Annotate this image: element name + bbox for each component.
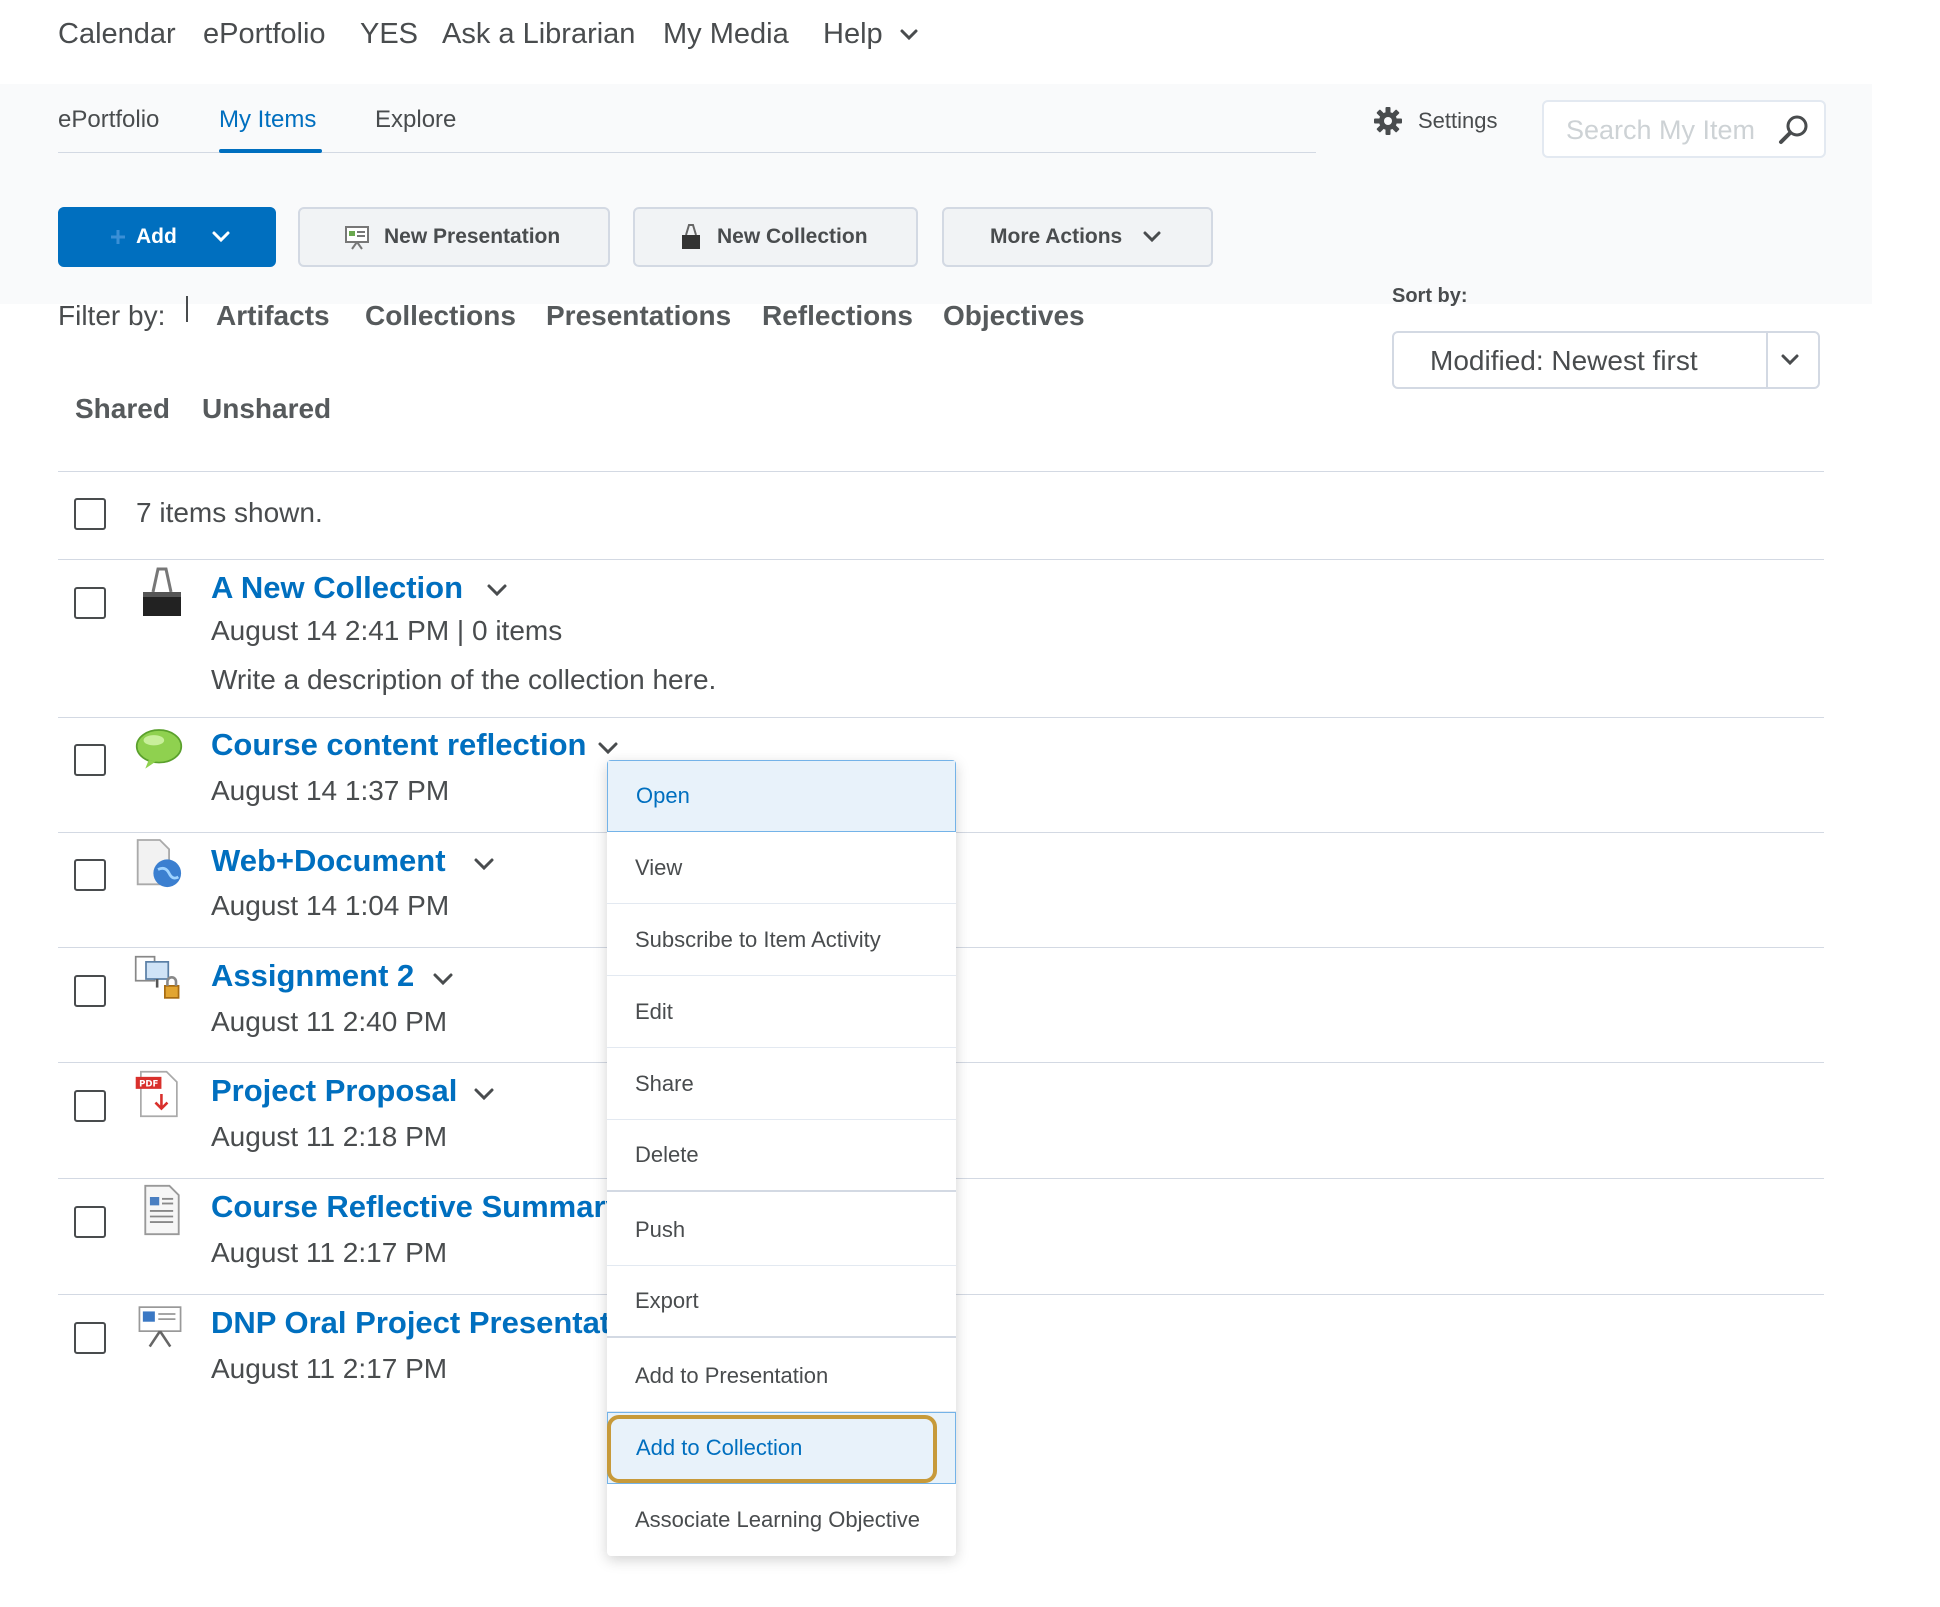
locked-assignment-icon: [134, 955, 180, 999]
menu-item-subscribe[interactable]: Subscribe to Item Activity: [607, 904, 956, 976]
item-checkbox[interactable]: [74, 744, 106, 776]
menu-item-push[interactable]: Push: [607, 1194, 956, 1266]
chevron-down-icon[interactable]: [473, 856, 495, 872]
chevron-down-icon: [212, 231, 230, 243]
item-context-menu: Open View Subscribe to Item Activity Edi…: [607, 760, 956, 1556]
items-count: 7 items shown.: [136, 497, 323, 528]
chevron-down-icon: [1143, 231, 1161, 243]
item-title-link[interactable]: DNP Oral Project Presentation: [211, 1305, 607, 1340]
chevron-down-icon[interactable]: [432, 971, 454, 987]
item-meta: August 11 2:17 PM: [211, 1237, 448, 1268]
list-top-rule: [58, 471, 1824, 472]
chevron-down-icon: [1781, 354, 1799, 366]
item-title-link[interactable]: Course content reflection: [211, 727, 587, 763]
chevron-down-icon: [900, 29, 918, 41]
sort-selected-value: Modified: Newest first: [1430, 345, 1698, 376]
document-file-icon: [144, 1184, 180, 1236]
item-checkbox[interactable]: [74, 975, 106, 1007]
filter-label: Filter by:: [58, 300, 166, 331]
menu-item-delete[interactable]: Delete: [607, 1120, 956, 1192]
add-button[interactable]: Add: [58, 207, 276, 267]
filter-presentations[interactable]: Presentations: [546, 300, 731, 332]
gear-icon[interactable]: [1373, 106, 1403, 136]
reflection-cloud-icon: [135, 729, 183, 769]
binder-clip-icon: [682, 224, 700, 249]
item-title-link[interactable]: A New Collection: [211, 570, 463, 606]
new-presentation-button[interactable]: New Presentation: [298, 207, 610, 267]
item-meta: August 14 1:37 PM: [211, 775, 450, 806]
item-checkbox[interactable]: [74, 587, 106, 619]
menu-item-associate-learning-objective[interactable]: Associate Learning Objective: [607, 1484, 956, 1556]
sort-divider: [1766, 333, 1768, 387]
filter-collections[interactable]: Collections: [365, 300, 516, 332]
item-checkbox[interactable]: [74, 1090, 106, 1122]
item-meta: August 11 2:17 PM: [211, 1353, 448, 1384]
nav-ask-a-librarian-link[interactable]: Ask a Librarian: [442, 18, 635, 51]
filter-separator: [186, 296, 188, 322]
tab-my-items[interactable]: My Items: [219, 106, 316, 134]
tab-eportfolio[interactable]: ePortfolio: [58, 106, 159, 134]
plus-icon: [111, 230, 125, 244]
presentation-icon: [345, 226, 369, 250]
menu-item-open[interactable]: Open: [607, 760, 956, 832]
menu-item-view[interactable]: View: [607, 832, 956, 904]
chevron-down-icon[interactable]: [473, 1086, 495, 1102]
new-collection-button[interactable]: New Collection: [633, 207, 918, 267]
row-divider: [58, 717, 1824, 718]
chevron-down-icon[interactable]: [597, 740, 619, 756]
sort-select[interactable]: Modified: Newest first: [1392, 331, 1820, 389]
filter-objectives[interactable]: Objectives: [943, 300, 1085, 332]
new-collection-label: New Collection: [717, 225, 868, 248]
menu-item-add-to-collection[interactable]: Add to Collection: [607, 1412, 956, 1484]
item-checkbox[interactable]: [74, 859, 106, 891]
more-actions-button[interactable]: More Actions: [942, 207, 1213, 267]
item-title-link[interactable]: Assignment 2: [211, 958, 414, 994]
top-navbar: Calendar ePortfolio YES Ask a Librarian …: [0, 0, 1872, 85]
search-box: [1542, 100, 1826, 158]
item-title-clip: DNP Oral Project Presentation: [211, 1305, 607, 1341]
search-input[interactable]: [1564, 112, 1758, 148]
item-meta: August 11 2:18 PM: [211, 1121, 448, 1152]
item-description: Write a description of the collection he…: [211, 664, 717, 695]
menu-item-export[interactable]: Export: [607, 1266, 956, 1338]
nav-my-media-link[interactable]: My Media: [663, 18, 789, 51]
row-divider: [58, 559, 1824, 560]
filter-reflections[interactable]: Reflections: [762, 300, 913, 332]
menu-item-share[interactable]: Share: [607, 1048, 956, 1120]
item-meta: August 14 2:41 PM | 0 items: [211, 615, 563, 646]
filter-artifacts[interactable]: Artifacts: [216, 300, 330, 332]
pdf-file-icon: PDF: [135, 1070, 178, 1118]
item-title-link[interactable]: Course Reflective Summary: [211, 1189, 623, 1225]
search-icon[interactable]: [1778, 114, 1810, 146]
nav-yes-link[interactable]: YES: [360, 18, 418, 51]
nav-calendar-link[interactable]: Calendar: [58, 18, 176, 51]
active-tab-indicator: [219, 149, 322, 153]
menu-item-add-to-presentation[interactable]: Add to Presentation: [607, 1340, 956, 1412]
nav-help-label: Help: [823, 18, 883, 50]
collection-binder-icon: [143, 567, 181, 616]
settings-link[interactable]: Settings: [1418, 108, 1498, 134]
sort-label: Sort by:: [1392, 285, 1468, 307]
more-actions-label: More Actions: [990, 225, 1123, 248]
item-checkbox[interactable]: [74, 1206, 106, 1238]
select-all-checkbox[interactable]: [74, 498, 106, 530]
item-title-link[interactable]: Web+Document: [211, 843, 446, 879]
item-meta: August 11 2:40 PM: [211, 1006, 448, 1037]
tab-explore[interactable]: Explore: [375, 106, 456, 134]
nav-help-menu[interactable]: Help: [823, 18, 919, 51]
filter-shared[interactable]: Shared: [75, 393, 170, 425]
item-meta: August 14 1:04 PM: [211, 890, 450, 921]
add-button-label: Add: [136, 225, 177, 248]
item-title-link[interactable]: Project Proposal: [211, 1073, 457, 1109]
item-checkbox[interactable]: [74, 1322, 106, 1354]
svg-text:PDF: PDF: [139, 1079, 158, 1089]
web-document-icon: [136, 839, 182, 888]
filter-unshared[interactable]: Unshared: [202, 393, 331, 425]
nav-eportfolio-link[interactable]: ePortfolio: [203, 18, 326, 51]
new-presentation-label: New Presentation: [384, 225, 561, 248]
menu-item-edit[interactable]: Edit: [607, 976, 956, 1048]
presentation-easel-icon: [138, 1306, 182, 1348]
chevron-down-icon[interactable]: [486, 582, 508, 598]
